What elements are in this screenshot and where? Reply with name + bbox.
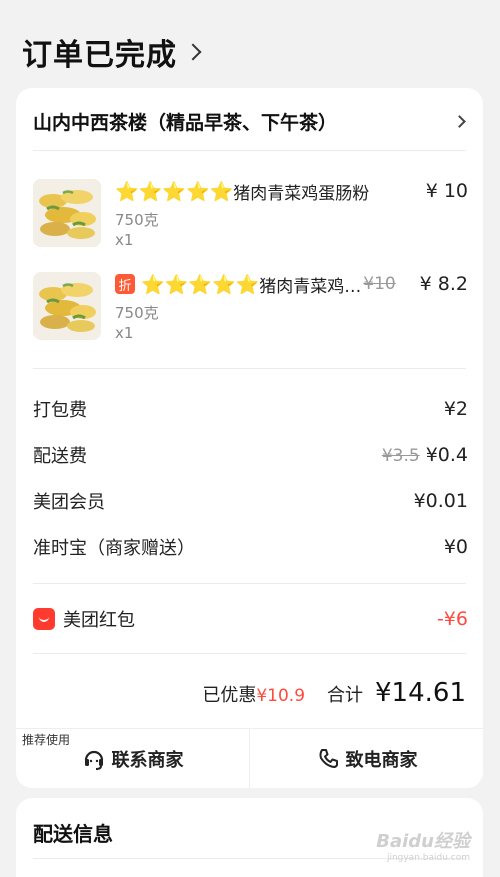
watermark: Baidu经验 jingyan.baidu.com [376,827,470,863]
contact-merchant-button[interactable]: 推荐使用 联系商家 [16,729,249,788]
call-merchant-button[interactable]: 致电商家 [249,729,483,788]
discount-badge: 折 [115,274,135,294]
discount-value: ¥10.9 [256,686,306,706]
discount-label: 已优惠 [202,685,257,706]
headset-icon [84,750,103,770]
fee-row-membership: 美团会员 ¥0.01 [33,488,468,514]
red-packet-value: -¥6 [436,608,468,630]
red-packet-label: 美团红包 [63,610,135,631]
watermark-sub: jingyan.baidu.com [386,853,470,863]
food-thumbnail [33,179,101,247]
fee-label: 准时宝（商家赠送） [33,538,195,559]
divider [33,653,466,654]
item-quantity: x1 [115,324,134,342]
item-spec: 750克 [115,304,159,322]
store-header[interactable]: 山内中西茶楼（精品早茶、下午茶） [33,108,468,135]
chevron-right-icon [184,43,202,61]
item-original-price: ¥10 [363,274,396,294]
action-bar: 推荐使用 联系商家 致电商家 [16,728,483,788]
order-item[interactable]: 折 ⭐⭐⭐⭐⭐ 猪肉青菜鸡… ¥10 ¥ 8.2 750克 x1 [33,272,468,352]
chevron-right-icon [453,115,466,128]
total-value: ¥14.61 [375,678,466,708]
call-merchant-label: 致电商家 [345,749,418,771]
fee-value: ¥0 [443,536,468,558]
rating-stars: ⭐⭐⭐⭐⭐ [141,273,260,296]
item-price: ¥ 10 [425,180,468,202]
fee-row-ontime-guarantee: 准时宝（商家赠送） ¥0 [33,534,468,560]
divider [33,583,466,584]
page-title: 订单已完成 [22,38,177,73]
order-summary: 已优惠 ¥10.9 合计 ¥14.61 [202,678,466,708]
item-name: 猪肉青菜鸡蛋肠粉 [233,183,370,204]
red-packet-icon [33,608,55,630]
contact-merchant-label: 联系商家 [111,749,184,771]
order-item[interactable]: ⭐⭐⭐⭐⭐ 猪肉青菜鸡蛋肠粉 ¥ 10 750克 x1 [33,179,468,259]
fee-row-packaging: 打包费 ¥2 [33,396,468,422]
fee-label: 配送费 [33,446,87,467]
store-name: 山内中西茶楼（精品早茶、下午茶） [33,112,338,134]
rating-stars: ⭐⭐⭐⭐⭐ [115,180,234,203]
recommend-tag: 推荐使用 [22,733,71,747]
fee-original-value: ¥3.5 [381,446,420,466]
page-header[interactable]: 订单已完成 [22,30,202,74]
phone-icon [319,748,338,768]
divider [33,150,466,151]
fee-value: ¥2 [443,398,468,420]
divider [33,368,466,369]
item-quantity: x1 [115,231,134,249]
total-label: 合计 [327,685,364,706]
fee-row-delivery: 配送费 ¥3.5 ¥0.4 [33,442,468,468]
order-card: 山内中西茶楼（精品早茶、下午茶） ⭐⭐⭐⭐⭐ 猪肉青菜鸡蛋肠粉 ¥ 10 750… [16,88,483,788]
item-name: 猪肉青菜鸡… [259,276,362,297]
fee-value: ¥0.4 [425,444,468,466]
fee-label: 打包费 [33,400,87,421]
red-packet-row: 美团红包 -¥6 [33,606,468,632]
fee-value: ¥0.01 [413,490,468,512]
food-thumbnail [33,272,101,340]
item-price: ¥ 8.2 [419,273,468,295]
section-title: 配送信息 [33,822,113,846]
watermark-text: Baidu经验 [376,831,470,852]
item-spec: 750克 [115,211,159,229]
fee-label: 美团会员 [33,492,105,513]
